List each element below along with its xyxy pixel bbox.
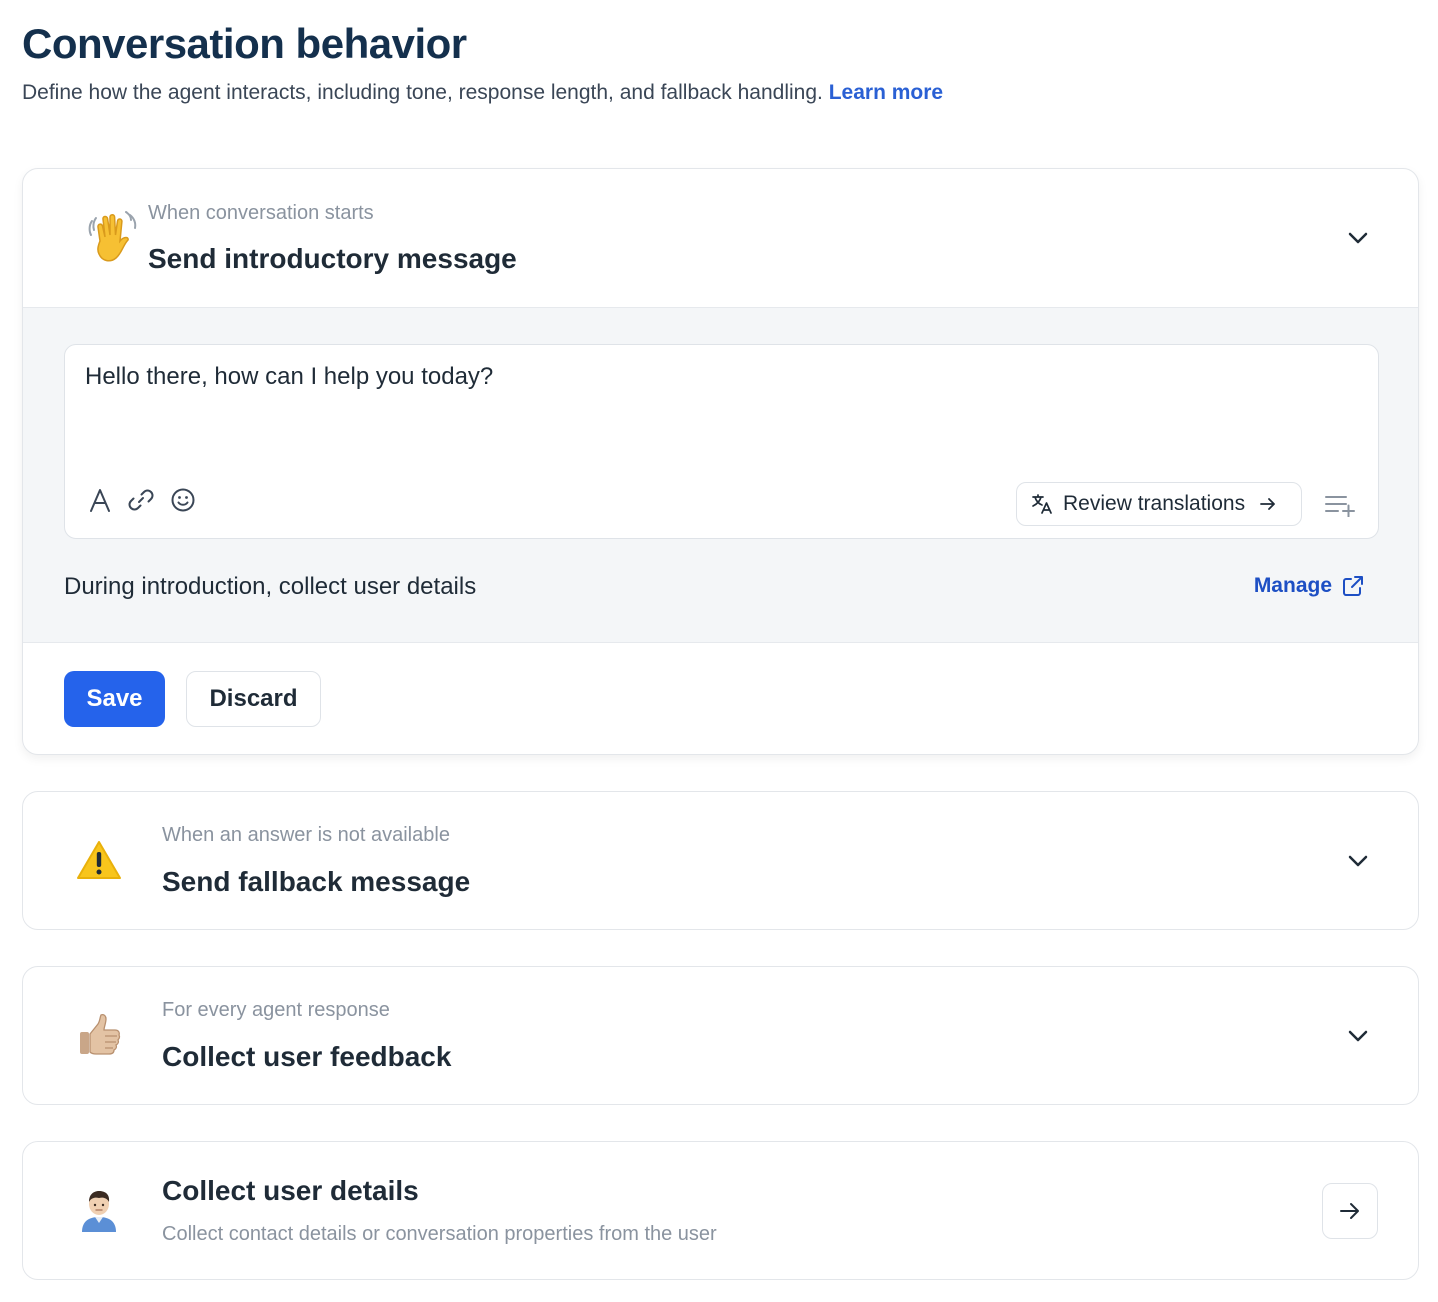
collect-details-description: Collect contact details or conversation … [162,1223,717,1245]
warning-icon [71,832,127,888]
manage-link[interactable]: Manage [1254,574,1364,598]
person-icon [71,1182,127,1238]
page-description: Define how the agent interacts, includin… [22,81,943,105]
feedback-title: Collect user feedback [162,1041,452,1072]
intro-message-card-header[interactable]: When conversation starts Send introducto… [23,169,1418,307]
collect-details-label: During introduction, collect user detail… [64,573,477,600]
arrow-right-icon [1259,496,1277,512]
page-title: Conversation behavior [22,20,467,67]
manage-label: Manage [1253,574,1332,597]
intro-message-input[interactable]: Hello there, how can I help you today? [85,363,1355,391]
translate-icon [1031,493,1053,515]
text-format-icon[interactable] [86,486,114,514]
message-editor: Hello there, how can I help you today? R… [64,344,1379,539]
insert-list-icon[interactable] [1323,490,1357,520]
link-icon[interactable] [127,486,155,514]
chevron-down-icon[interactable] [1344,224,1372,252]
discard-button[interactable]: Discard [186,671,321,727]
collect-details-title: Collect user details [162,1175,419,1206]
external-link-icon [1342,575,1364,597]
chevron-down-icon[interactable] [1344,1022,1372,1050]
page-description-text: Define how the agent interacts, includin… [22,81,823,104]
save-button[interactable]: Save [64,671,165,727]
feedback-kicker: For every agent response [162,999,390,1021]
emoji-picker-icon[interactable] [169,486,197,514]
arrow-right-icon [1339,1201,1361,1221]
page: Conversation behavior Define how the age… [0,0,1438,1302]
intro-kicker: When conversation starts [148,202,374,224]
thumbs-up-icon [71,1007,127,1063]
intro-message-card: When conversation starts Send introducto… [22,168,1419,755]
intro-message-editor-panel: Hello there, how can I help you today? R… [23,307,1418,643]
collect-user-details-card[interactable]: Collect user details Collect contact det… [22,1141,1419,1280]
review-translations-label: Review translations [1063,492,1246,515]
fallback-kicker: When an answer is not available [162,824,450,846]
intro-title: Send introductory message [148,243,517,274]
intro-card-footer: Save Discard [23,643,1418,754]
learn-more-link[interactable]: Learn more [829,81,943,104]
waving-hand-icon [85,209,141,265]
chevron-down-icon[interactable] [1344,847,1372,875]
open-collect-details-button[interactable] [1322,1183,1378,1239]
fallback-title: Send fallback message [162,866,471,897]
fallback-message-card[interactable]: When an answer is not available Send fal… [22,791,1419,930]
user-feedback-card[interactable]: For every agent response Collect user fe… [22,966,1419,1105]
review-translations-button[interactable]: Review translations [1016,482,1302,526]
